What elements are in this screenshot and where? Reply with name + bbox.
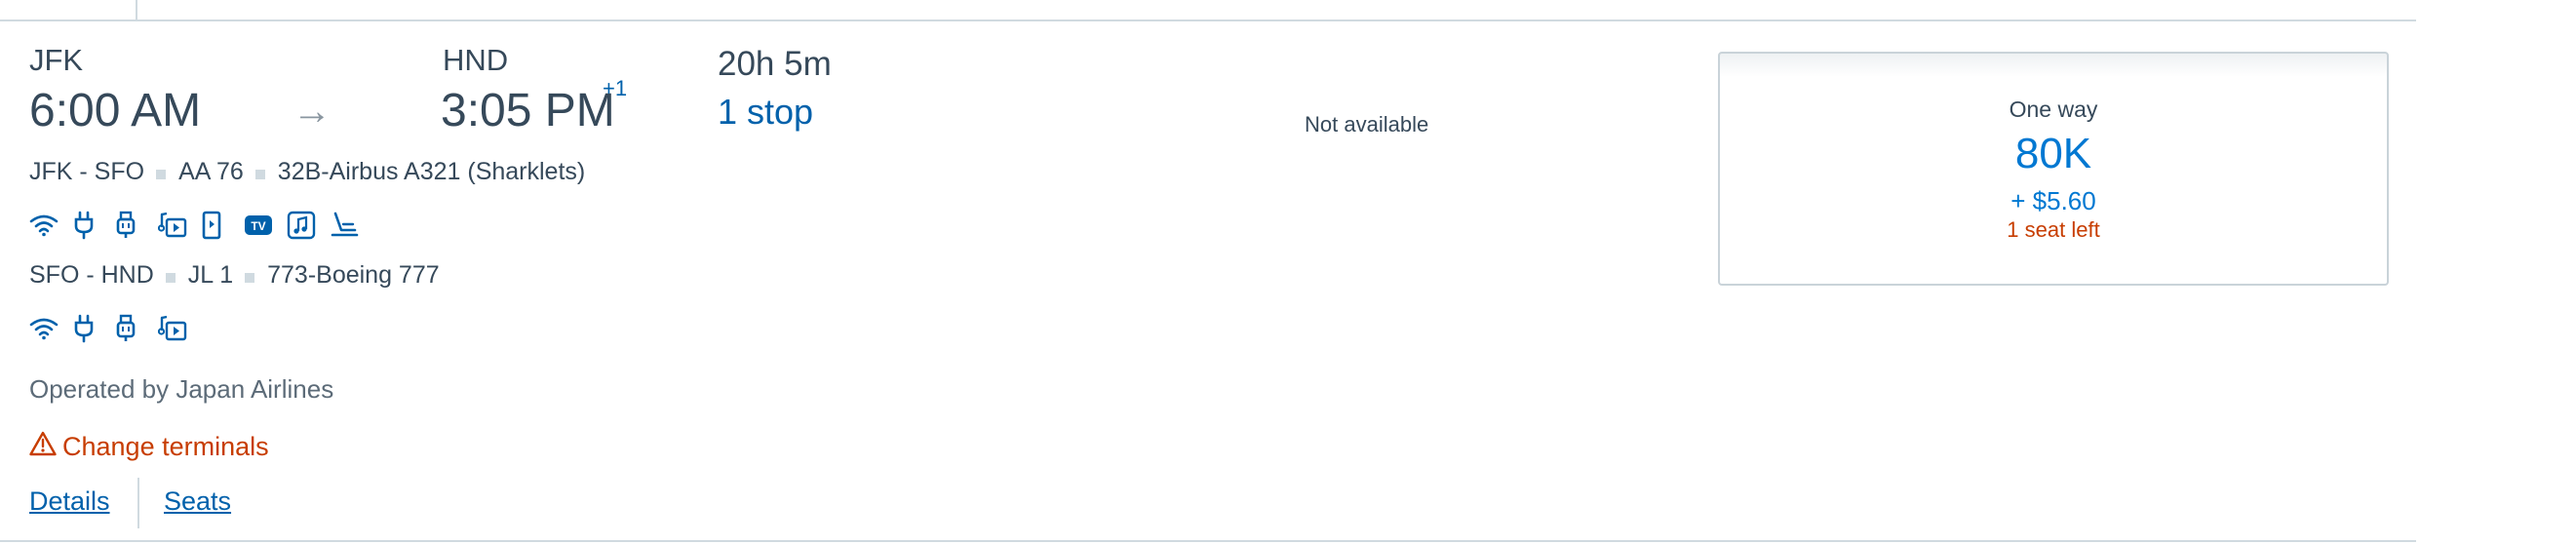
segment-2-amenities [29, 313, 201, 344]
fare-taxes: + $5.60 [2010, 186, 2096, 215]
separator [254, 169, 265, 179]
power-outlet-icon[interactable] [72, 210, 115, 241]
live-tv-icon[interactable]: TV [244, 210, 287, 241]
segment-aircraft: 32B-Airbus A321 (Sharklets) [277, 158, 586, 185]
day-offset: +1 [603, 76, 628, 100]
fare-miles: 80K [2014, 130, 2092, 177]
top-divider-tick [136, 0, 137, 19]
segment-1-amenities: TV [29, 210, 372, 241]
segment-route: SFO - HND [29, 261, 154, 289]
separator [165, 272, 176, 283]
segment-flight-number: JL 1 [187, 261, 234, 289]
lie-flat-seat-icon[interactable] [330, 210, 372, 241]
row-top-divider [0, 19, 2416, 21]
stops-link[interactable]: 1 stop [718, 92, 813, 133]
flight-duration: 20h 5m [718, 45, 832, 83]
row-bottom-divider [0, 540, 2416, 542]
fare-type-label: One way [2009, 97, 2098, 122]
fare-not-available: Not available [1305, 112, 1429, 136]
live-tv-label: TV [251, 219, 265, 233]
segment-flight-number: AA 76 [178, 158, 244, 185]
separator [156, 169, 167, 179]
arrive-airport: HND [443, 43, 509, 77]
fare-option-card[interactable]: One way 80K + $5.60 1 seat left [1718, 52, 2389, 286]
segment-2-info: SFO - HND JL 1 773-Boeing 777 [29, 261, 440, 290]
depart-airport: JFK [29, 43, 84, 77]
entertainment-streaming-icon[interactable] [158, 313, 201, 344]
segment-aircraft: 773-Boeing 777 [267, 261, 440, 289]
warning-icon [29, 431, 57, 463]
seats-left-badge: 1 seat left [2007, 217, 2100, 242]
separator [245, 272, 255, 283]
details-link[interactable]: Details [29, 486, 110, 517]
segment-route: JFK - SFO [29, 158, 145, 185]
warning-text: Change terminals [62, 432, 269, 461]
usb-power-icon[interactable] [115, 210, 158, 241]
power-outlet-icon[interactable] [72, 313, 115, 344]
arrive-time-wrapper: 3:05 PM +1 [441, 76, 627, 137]
operated-by: Operated by Japan Airlines [29, 374, 334, 404]
audio-entertainment-icon[interactable] [287, 210, 330, 241]
wifi-icon[interactable] [29, 313, 72, 344]
depart-time: 6:00 AM [29, 85, 202, 136]
arrive-time: 3:05 PM [441, 85, 615, 136]
wifi-icon[interactable] [29, 210, 72, 241]
seatback-screen-icon[interactable] [201, 210, 244, 241]
usb-power-icon[interactable] [115, 313, 158, 344]
links-divider [137, 478, 139, 528]
seats-link[interactable]: Seats [164, 486, 231, 517]
change-terminals-warning: Change terminals [29, 431, 269, 463]
arrow-right-icon: → [293, 90, 332, 133]
segment-1-info: JFK - SFO AA 76 32B-Airbus A321 (Sharkle… [29, 158, 585, 186]
entertainment-streaming-icon[interactable] [158, 210, 201, 241]
